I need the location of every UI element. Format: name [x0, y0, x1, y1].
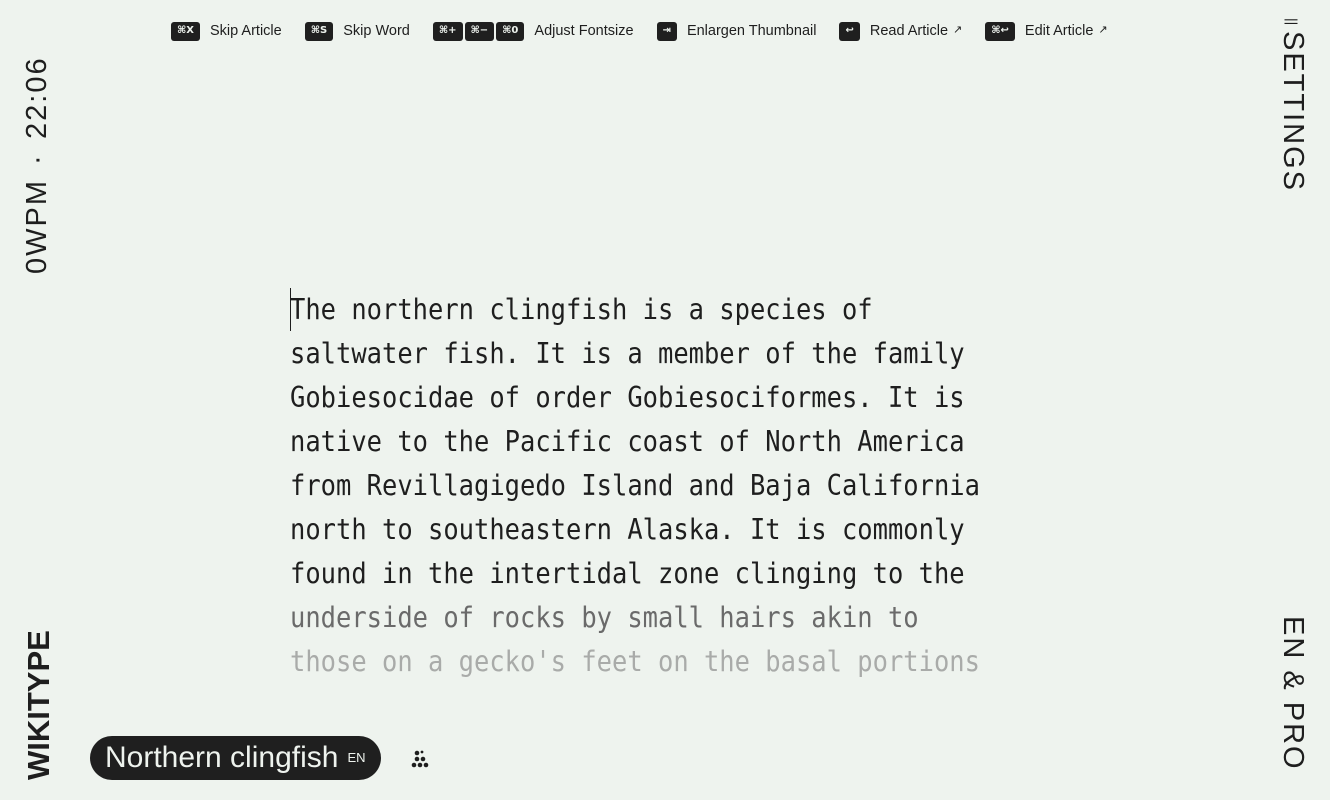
- key-cap: ⌘+: [432, 21, 463, 41]
- article-line: The northern clingfish is a species of: [290, 293, 873, 326]
- read-article-shortcut[interactable]: ↩ Read Article ↗: [839, 21, 963, 41]
- enlargen-thumbnail-shortcut[interactable]: ⇥ Enlargen Thumbnail: [656, 21, 817, 41]
- article-language: EN: [347, 749, 366, 765]
- article-title-pill[interactable]: Northern clingfish EN: [90, 736, 381, 780]
- key-cap: ⇥: [656, 21, 677, 41]
- adjust-fontsize-label: Adjust Fontsize: [534, 23, 634, 39]
- skip-word-label: Skip Word: [343, 23, 410, 39]
- key-cap: ⌘↩: [985, 21, 1015, 41]
- shortcut-bar: ⌘X Skip Article ⌘S Skip Word ⌘+ ⌘− ⌘0 Ad…: [171, 20, 1131, 42]
- article-line: Gobiesocidae of order Gobiesociformes. I…: [290, 381, 965, 414]
- stats-separator: ·: [21, 153, 53, 165]
- article-line: native to the Pacific coast of North Ame…: [290, 425, 965, 458]
- shortcut-keys: ⇥: [656, 21, 679, 41]
- article-line: from Revillagigedo Island and Baja Calif…: [290, 469, 980, 502]
- key-cap: ⌘X: [171, 21, 200, 41]
- edit-article-label: Edit Article: [1024, 23, 1094, 39]
- brand-logo: WIKITYPE: [21, 630, 56, 780]
- article-title: Northern clingfish: [105, 741, 339, 774]
- shortcut-keys: ⌘S: [304, 21, 335, 41]
- article-line: found in the intertidal zone clinging to…: [290, 557, 965, 590]
- external-link-icon: ↗: [1098, 22, 1108, 36]
- key-cap: ↩: [839, 21, 860, 41]
- enlargen-thumbnail-label: Enlargen Thumbnail: [686, 23, 817, 39]
- grip-icon: ||: [1284, 18, 1301, 26]
- key-cap: ⌘S: [304, 21, 334, 41]
- external-link-icon: ↗: [953, 22, 963, 36]
- article-text[interactable]: The northern clingfish is a species of s…: [290, 288, 980, 684]
- clock: 22:06: [21, 56, 53, 140]
- typing-stats: 0WPM · 22:06: [21, 22, 54, 274]
- settings-label: SETTINGS: [1277, 31, 1309, 193]
- shortcut-keys: ⌘↩: [985, 21, 1017, 41]
- article-line: those on a gecko's feet on the basal por…: [290, 645, 980, 678]
- article-line: underside of rocks by small hairs akin t…: [290, 601, 919, 634]
- skip-article-shortcut[interactable]: ⌘X Skip Article: [171, 21, 282, 41]
- shortcut-keys: ⌘X: [171, 21, 202, 41]
- adjust-fontsize-shortcut[interactable]: ⌘+ ⌘− ⌘0 Adjust Fontsize: [432, 21, 634, 41]
- edit-article-shortcut[interactable]: ⌘↩ Edit Article ↗: [985, 21, 1108, 41]
- article-line: north to southeastern Alaska. It is comm…: [290, 513, 965, 546]
- key-cap: ⌘0: [496, 21, 525, 41]
- skip-article-label: Skip Article: [210, 23, 282, 39]
- wpm-counter: 0WPM: [21, 179, 53, 274]
- shortcut-keys: ⌘+ ⌘− ⌘0: [432, 21, 527, 41]
- shuffle-icon[interactable]: [410, 748, 432, 770]
- language-mode-toggle[interactable]: EN & PRO: [1276, 616, 1309, 780]
- skip-word-shortcut[interactable]: ⌘S Skip Word: [304, 21, 410, 41]
- article-line: saltwater fish. It is a member of the fa…: [290, 337, 965, 370]
- read-article-label: Read Article: [869, 23, 949, 39]
- settings-button[interactable]: || SETTINGS: [1276, 18, 1309, 214]
- key-cap: ⌘−: [464, 21, 495, 41]
- shortcut-keys: ↩: [839, 21, 861, 41]
